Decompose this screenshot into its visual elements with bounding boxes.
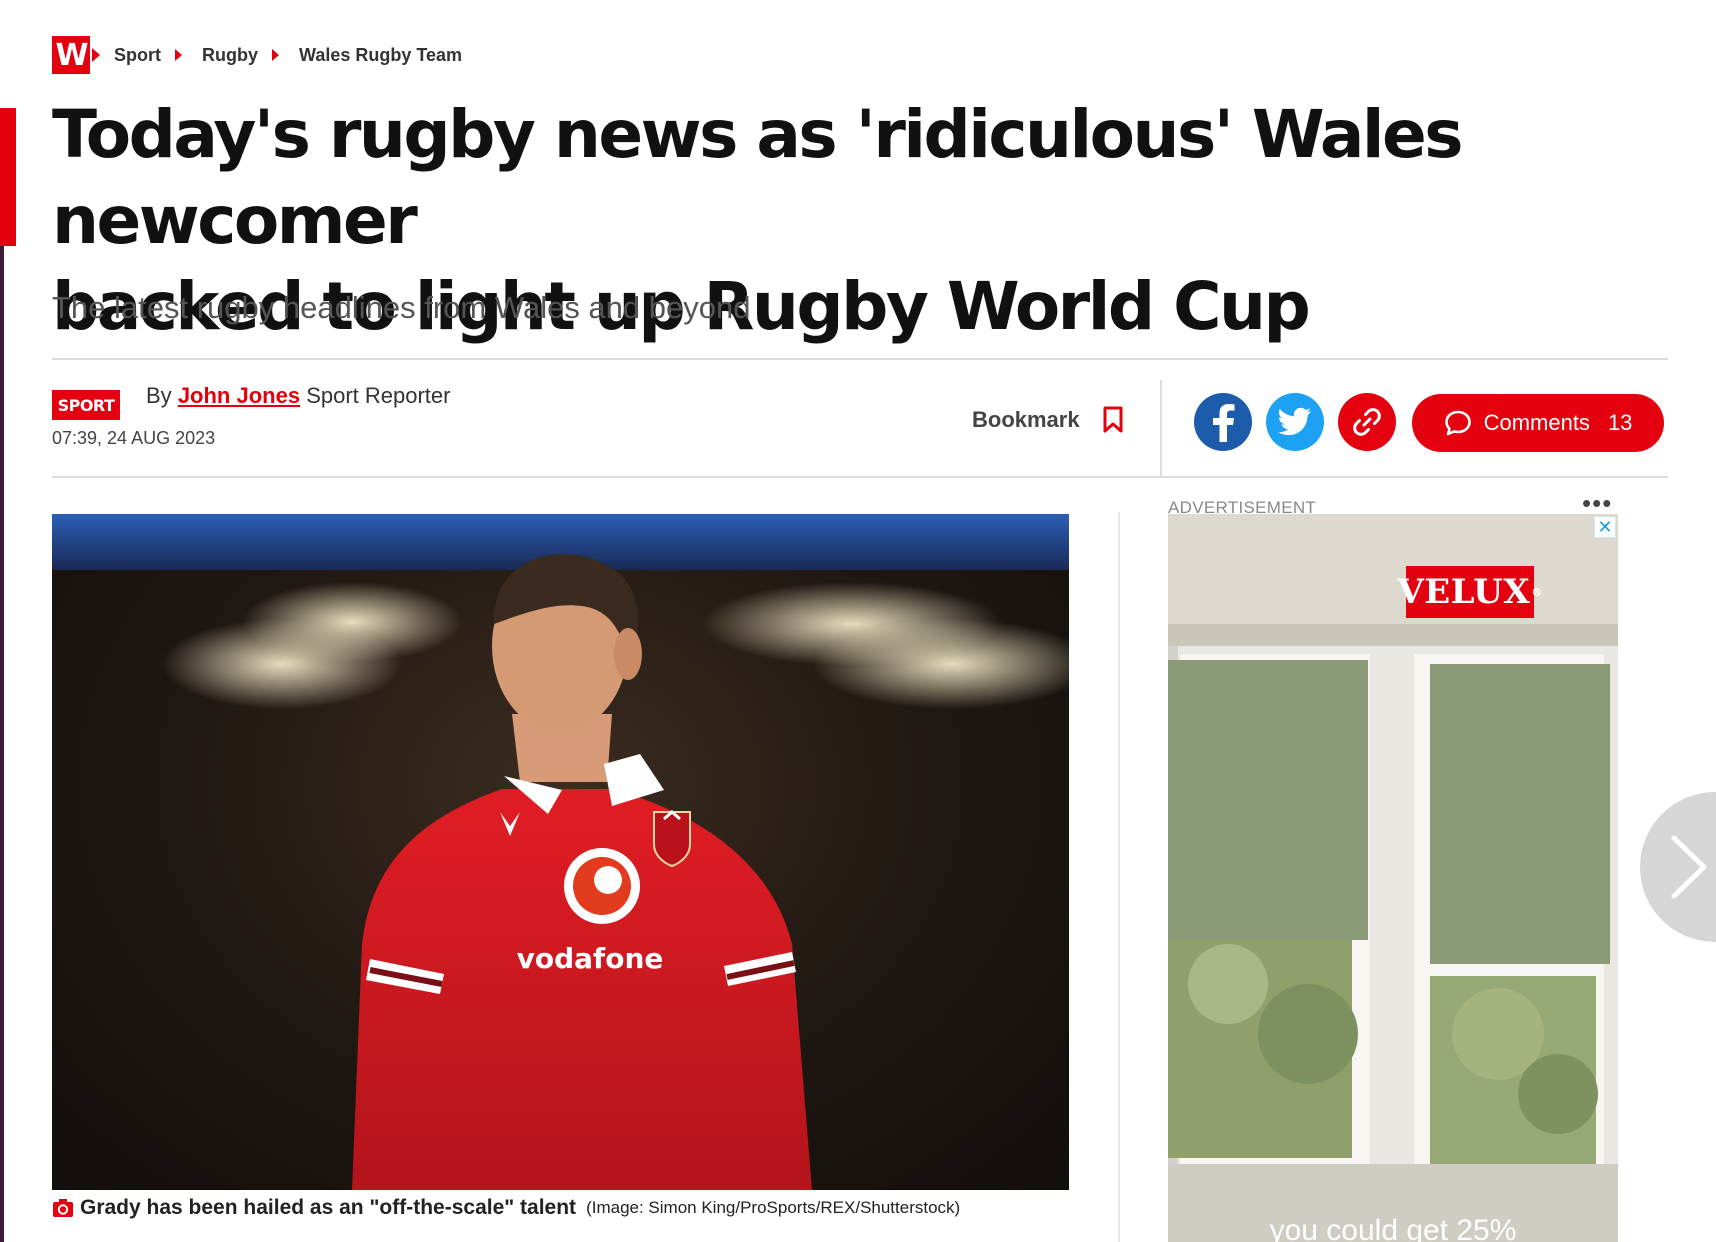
bookmark-label: Bookmark (972, 407, 1080, 432)
headline-accent-bar (0, 108, 16, 246)
comments-label: Comments (1483, 410, 1590, 435)
caption-text: Grady has been hailed as an "off-the-sca… (80, 1196, 577, 1219)
actions-divider (1160, 380, 1162, 478)
author-link[interactable]: John Jones (178, 383, 300, 408)
velux-brand-mark: ® (1531, 585, 1543, 599)
breadcrumb-rugby[interactable]: Rugby (202, 45, 258, 66)
comments-button[interactable]: Comments 13 (1412, 394, 1664, 452)
breadcrumb-wales-rugby-team[interactable]: Wales Rugby Team (299, 45, 462, 66)
headline-line-1: Today's rugby news as 'ridiculous' Wales… (52, 96, 1464, 259)
column-divider (1118, 512, 1120, 1242)
image-caption: Grady has been hailed as an "off-the-sca… (52, 1196, 960, 1220)
image-credit: (Image: Simon King/ProSports/REX/Shutter… (586, 1198, 961, 1217)
advertisement-label: ADVERTISEMENT (1168, 498, 1317, 514)
author-role: Sport Reporter (306, 383, 451, 408)
comment-icon (1444, 410, 1471, 436)
camera-icon (53, 1199, 73, 1217)
bookmark-icon (1103, 406, 1123, 433)
article-standfirst: The latest rugby headlines from Wales an… (52, 290, 751, 325)
breadcrumb: W Sport Rugby Wales Rugby Team (52, 36, 462, 74)
site-logo[interactable]: W (52, 36, 90, 74)
breadcrumb-sport[interactable]: Sport (114, 45, 161, 66)
section-tag[interactable]: SPORT (52, 390, 120, 420)
advertisement-velux[interactable]: VELUX ® ✕ you could get 25% (1168, 514, 1618, 1242)
ad-tagline: you could get 25% (1269, 1214, 1517, 1242)
share-facebook-button[interactable] (1194, 393, 1252, 451)
divider-top (52, 358, 1668, 360)
close-icon[interactable]: ✕ (1594, 516, 1616, 538)
comments-count: 13 (1607, 410, 1633, 435)
share-twitter-button[interactable] (1266, 393, 1324, 451)
divider-bottom (52, 476, 1668, 478)
hero-photo-illustration: vodafone (52, 514, 1069, 1190)
velux-brand-text: VELUX (1397, 572, 1531, 612)
ad-window-illustration (1168, 514, 1618, 1242)
byline-prefix: By (146, 383, 172, 408)
chevron-right-icon (1671, 835, 1707, 899)
byline: By John Jones Sport Reporter (146, 383, 450, 409)
breadcrumb-separator-icon (272, 49, 279, 61)
shirt-sponsor-text: vodafone (517, 942, 664, 975)
bookmark-button[interactable]: Bookmark (972, 406, 1124, 434)
hero-image[interactable]: vodafone (52, 514, 1069, 1190)
logo-tick-icon (92, 48, 100, 62)
velux-logo: VELUX ® (1397, 566, 1542, 618)
breadcrumb-separator-icon (175, 49, 182, 61)
link-icon (1353, 408, 1381, 436)
facebook-icon (1213, 404, 1235, 442)
next-slide-button[interactable] (1640, 792, 1716, 942)
twitter-icon (1278, 407, 1311, 436)
publish-timestamp: 07:39, 24 AUG 2023 (52, 428, 216, 448)
copy-link-button[interactable] (1338, 393, 1396, 451)
ad-options-icon[interactable]: ••• (1582, 490, 1612, 516)
